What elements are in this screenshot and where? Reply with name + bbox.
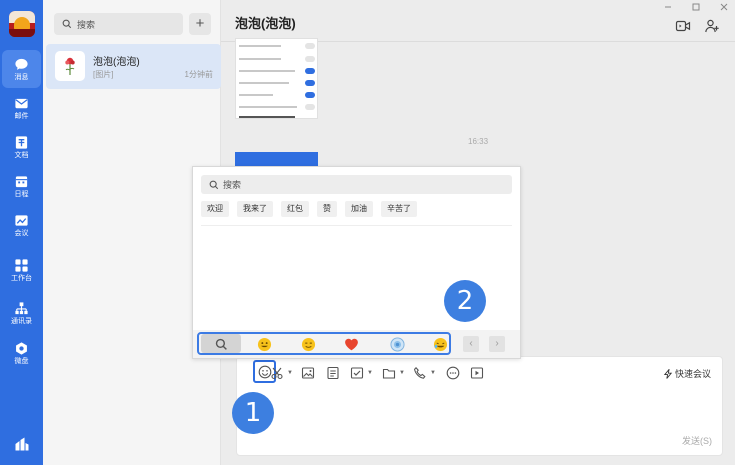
folder-icon bbox=[382, 368, 396, 379]
quick-meeting-label: 快速会议 bbox=[675, 369, 712, 379]
search-icon bbox=[62, 19, 72, 29]
chevron-down-icon[interactable]: ▼ bbox=[399, 370, 405, 376]
conversation-time: 1分钟前 bbox=[184, 70, 213, 79]
video-call-icon[interactable] bbox=[675, 18, 691, 34]
conversation-preview: [图片] bbox=[93, 70, 114, 79]
annotation-badge-2: 2 bbox=[444, 280, 486, 322]
checkbox-icon bbox=[350, 367, 364, 379]
rail-item-label: 工作台 bbox=[11, 274, 32, 282]
rail-item-label: 文档 bbox=[14, 151, 29, 159]
screenshot-button[interactable] bbox=[270, 366, 284, 380]
search-box[interactable]: 搜索 bbox=[54, 13, 183, 35]
quick-phrase-list: 欢迎 我来了 红包 赞 加油 辛苦了 bbox=[201, 201, 425, 217]
contacts-icon bbox=[15, 301, 28, 314]
rail-item-meeting[interactable]: 会议 bbox=[2, 206, 41, 244]
video-button[interactable] bbox=[470, 366, 484, 380]
emoji-panel: 搜索 欢迎 我来了 红包 赞 加油 辛苦了 2 ‹ › bbox=[192, 166, 521, 359]
file-doc-button[interactable] bbox=[326, 366, 340, 380]
task-button[interactable] bbox=[350, 366, 364, 380]
search-placeholder: 搜索 bbox=[77, 19, 96, 30]
annotation-badge-1: 1 bbox=[232, 392, 274, 434]
rail-item-mail[interactable]: 邮件 bbox=[2, 89, 41, 127]
image-message[interactable] bbox=[235, 152, 318, 166]
quick-phrase-chip[interactable]: 我来了 bbox=[237, 201, 273, 217]
image-button[interactable] bbox=[301, 366, 315, 380]
rail-item-label: 微盘 bbox=[14, 357, 29, 365]
calendar-icon bbox=[15, 175, 28, 187]
quick-phrase-chip[interactable]: 辛苦了 bbox=[381, 201, 417, 217]
quick-meeting-button[interactable]: 快速会议 bbox=[663, 367, 711, 380]
rail-item-calendar[interactable]: 日程 bbox=[2, 167, 41, 205]
rail-item-messages[interactable]: 消息 bbox=[2, 50, 41, 88]
minimize-icon[interactable] bbox=[663, 2, 673, 12]
lightning-icon bbox=[663, 368, 673, 379]
quick-phrase-chip[interactable]: 红包 bbox=[281, 201, 309, 217]
flower-icon bbox=[65, 57, 75, 75]
rail-item-label: 会议 bbox=[14, 229, 29, 237]
more-dots-icon bbox=[446, 366, 460, 380]
rail-item-workbench[interactable]: 工作台 bbox=[2, 251, 41, 289]
send-button[interactable]: 发送(S) bbox=[682, 434, 712, 447]
message-timestamp: 16:33 bbox=[468, 137, 489, 146]
image-message[interactable] bbox=[235, 38, 318, 119]
document-icon bbox=[327, 366, 339, 380]
conversation-item[interactable]: 泡泡(泡泡) [图片] 1分钟前 bbox=[46, 44, 221, 89]
user-avatar[interactable] bbox=[9, 11, 35, 37]
more-apps-icon[interactable] bbox=[14, 436, 30, 452]
more-button[interactable] bbox=[446, 366, 460, 380]
emoji-category-highlight bbox=[197, 332, 451, 355]
panel-divider bbox=[201, 225, 512, 226]
chevron-down-icon[interactable]: ▼ bbox=[430, 370, 436, 376]
rail-item-label: 消息 bbox=[14, 73, 29, 81]
emoji-search-box[interactable]: 搜索 bbox=[201, 175, 512, 194]
meeting-icon bbox=[15, 214, 28, 226]
app-window: 消息 邮件 文档 日程 会议 工作台 通讯录 微盘 搜索 + 泡泡(泡泡) [图… bbox=[0, 0, 735, 465]
chevron-down-icon[interactable]: ▼ bbox=[367, 370, 373, 376]
workbench-icon bbox=[15, 258, 28, 272]
chat-title: 泡泡(泡泡) bbox=[235, 16, 296, 31]
document-icon bbox=[15, 135, 28, 149]
maximize-icon[interactable] bbox=[691, 2, 701, 12]
quick-phrase-chip[interactable]: 加油 bbox=[345, 201, 373, 217]
emoji-prev-button[interactable]: ‹ bbox=[463, 336, 479, 352]
rail-item-label: 日程 bbox=[14, 190, 29, 198]
contact-avatar bbox=[55, 51, 85, 81]
drive-icon bbox=[16, 341, 27, 355]
rail-item-contacts[interactable]: 通讯录 bbox=[2, 294, 41, 332]
message-composer[interactable]: ▼ ▼ ▼ ▼ 快速会议 发送(S) bbox=[236, 356, 723, 456]
quick-phrase-chip[interactable]: 欢迎 bbox=[201, 201, 229, 217]
chevron-down-icon[interactable]: ▼ bbox=[287, 370, 293, 376]
video-icon bbox=[470, 367, 484, 379]
emoji-next-button[interactable]: › bbox=[489, 336, 505, 352]
close-icon[interactable] bbox=[719, 2, 729, 12]
chat-bubble-icon bbox=[15, 58, 28, 70]
search-icon bbox=[209, 180, 219, 189]
image-icon bbox=[301, 367, 315, 379]
quick-phrase-chip[interactable]: 赞 bbox=[317, 201, 337, 217]
add-member-icon[interactable] bbox=[704, 18, 720, 34]
phone-icon bbox=[414, 366, 426, 379]
nav-rail: 消息 邮件 文档 日程 会议 工作台 通讯录 微盘 bbox=[0, 0, 43, 465]
emoji-search-placeholder: 搜索 bbox=[223, 180, 242, 190]
emoji-category-bar: ‹ › bbox=[193, 330, 520, 358]
voice-call-button[interactable] bbox=[413, 366, 427, 380]
rail-item-drive[interactable]: 微盘 bbox=[2, 334, 41, 372]
scissors-icon bbox=[271, 367, 283, 380]
rail-item-label: 邮件 bbox=[14, 112, 29, 120]
conversation-name: 泡泡(泡泡) bbox=[93, 57, 140, 68]
add-button[interactable]: + bbox=[189, 13, 211, 35]
rail-item-label: 通讯录 bbox=[11, 317, 32, 325]
folder-button[interactable] bbox=[382, 366, 396, 380]
mail-icon bbox=[15, 98, 28, 108]
rail-item-docs[interactable]: 文档 bbox=[2, 128, 41, 166]
